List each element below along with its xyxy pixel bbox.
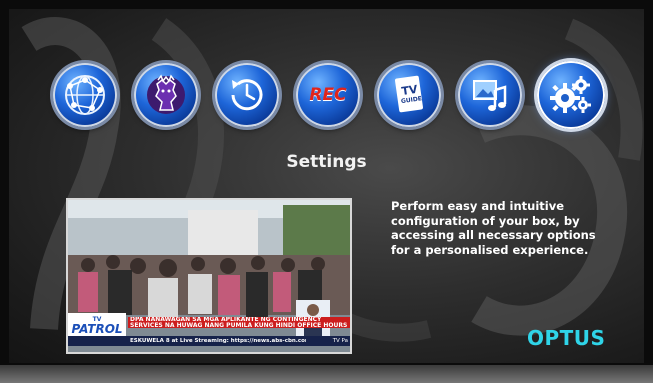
photo-music-icon (473, 80, 507, 111)
menu-item-catch-up[interactable] (215, 63, 279, 127)
menu-item-tv-guide[interactable]: TV GUIDE (377, 63, 441, 127)
clock-rewind-icon (231, 79, 263, 111)
menu-description: Perform easy and intuitive configuration… (391, 199, 596, 257)
rec-icon: REC (309, 85, 347, 105)
tv-screen: REC TV GUIDE Settings TV PATROL DPA NANA… (9, 9, 644, 363)
tv-guide-icon: TV GUIDE (395, 75, 423, 113)
brand-logo: OPTUS (527, 326, 606, 350)
menu-item-internet[interactable] (53, 63, 117, 127)
menu-item-recordings[interactable]: REC (296, 63, 360, 127)
tv-stand-area (0, 365, 653, 383)
main-menu: REC TV GUIDE (49, 61, 619, 133)
menu-item-premier-league[interactable] (134, 63, 198, 127)
live-tv-preview[interactable]: TV PATROL DPA NANAWAGAN SA MGA APLIKANTE… (66, 198, 352, 354)
channel-bug: TV Pa (306, 336, 350, 346)
menu-item-settings[interactable] (537, 61, 605, 129)
page-title: Settings (286, 152, 367, 172)
globe-network-icon (65, 75, 105, 115)
gears-icon (550, 76, 591, 113)
news-headline: DPA NANAWAGAN SA MGA APLIKANTE NG CONTIN… (128, 317, 350, 328)
lion-crest-icon (147, 74, 185, 114)
menu-item-media[interactable] (458, 63, 522, 127)
